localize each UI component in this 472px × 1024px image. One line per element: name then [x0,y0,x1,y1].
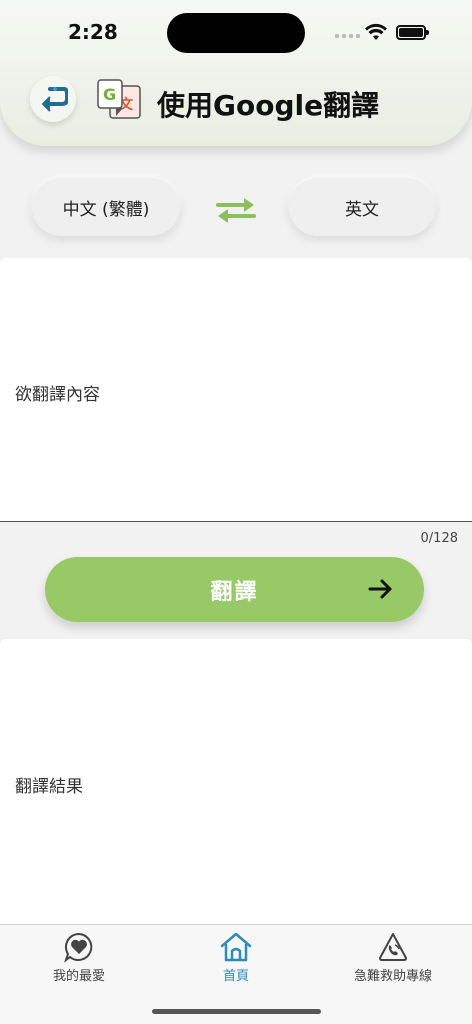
result-placeholder: 翻譯結果 [15,777,83,797]
translate-button[interactable]: 翻譯 [45,557,424,622]
input-placeholder: 欲翻譯內容 [15,385,100,405]
dynamic-island [167,13,305,53]
character-counter: 0/128 [420,531,458,546]
home-icon [220,932,252,962]
home-indicator [152,1009,321,1014]
swap-arrows-icon[interactable] [214,195,258,225]
source-language-label: 中文 (繁體) [62,199,150,220]
tab-home[interactable]: 首頁 [166,931,306,984]
translation-result: 翻譯結果 [0,639,472,924]
tab-favorites[interactable]: 我的最愛 [9,931,149,984]
source-language-button[interactable]: 中文 (繁體) [32,178,180,236]
back-arrow-icon [42,87,68,112]
google-translate-icon: 文 G [97,79,141,119]
status-time: 2:28 [68,20,118,44]
target-language-button[interactable]: 英文 [289,178,435,236]
tab-favorites-label: 我的最愛 [52,969,105,984]
tab-home-label: 首頁 [222,969,249,984]
target-language-label: 英文 [345,199,379,220]
page: 2:28 文 G 使用Google翻譯 中文 (繁體) 英文 欲翻譯內容 0/1… [0,0,472,1024]
cellular-signal-icon [335,34,360,38]
back-button[interactable] [30,76,76,122]
page-title: 使用Google翻譯 [157,89,380,122]
arrow-right-icon [368,579,392,599]
tab-hotline-label: 急難救助專線 [353,969,432,984]
phone-icon [379,933,407,961]
tab-emergency-hotline[interactable]: 急難救助專線 [323,931,463,984]
translate-button-label: 翻譯 [210,579,259,605]
battery-icon [396,25,429,40]
header: 2:28 文 G 使用Google翻譯 [0,0,472,146]
heart-chat-icon [64,932,93,963]
translation-input[interactable]: 欲翻譯內容 [0,258,472,522]
wifi-icon [365,23,387,40]
svg-text:G: G [103,85,116,104]
